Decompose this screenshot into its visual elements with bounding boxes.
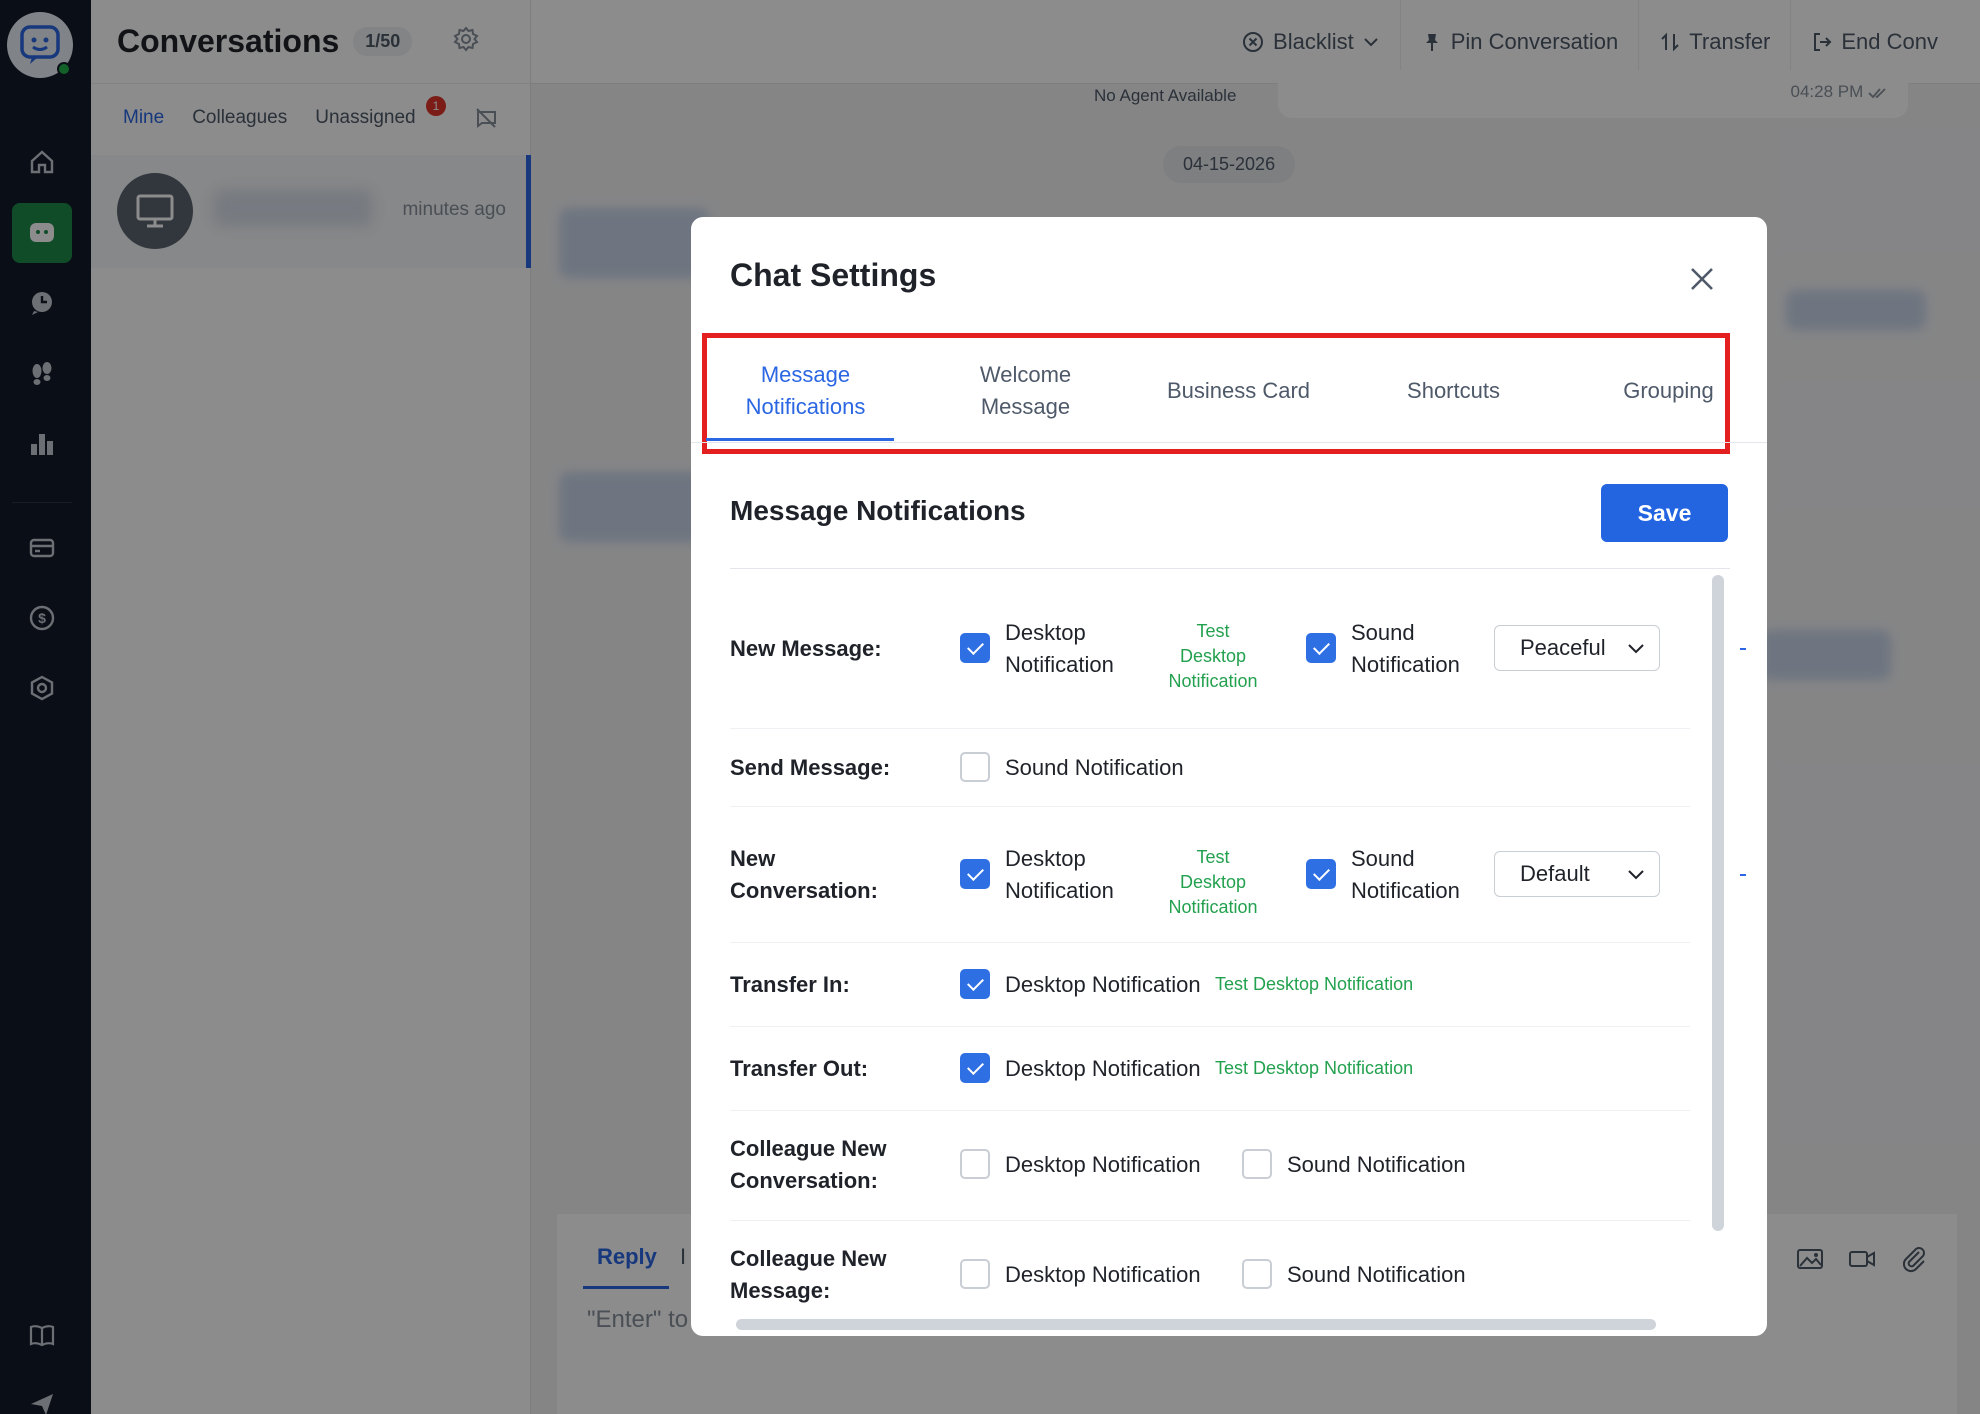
tabs-highlight-box (702, 333, 1730, 454)
row-label: Send Message: (730, 755, 891, 780)
send-message-sound-checkbox[interactable] (960, 752, 990, 782)
row-new-conversation: New Conversation: Desktop Notification Tes… (730, 807, 1746, 943)
new-conversation-sound-checkbox[interactable] (1306, 859, 1336, 889)
section-title: Message Notifications (730, 495, 1026, 526)
save-button[interactable]: Save (1601, 484, 1728, 542)
close-icon (1691, 268, 1713, 290)
horizontal-scrollbar[interactable] (736, 1319, 1656, 1330)
new-conversation-sound-label: Sound Notification (1351, 846, 1460, 903)
settings-tabs: Message Notifications Welcome Message Busi… (701, 333, 1757, 454)
tabs-divider (691, 442, 1767, 443)
colleague-new-message-desktop-checkbox[interactable] (960, 1259, 990, 1289)
colleague-new-conversation-sound-checkbox[interactable] (1242, 1149, 1272, 1179)
colleague-new-message-desktop-label: Desktop Notification (1005, 1262, 1201, 1287)
new-message-sound-select[interactable]: Peaceful (1494, 625, 1660, 671)
row-label: Transfer Out: (730, 1056, 869, 1081)
row-colleague-new-message: Colleague New Message: Desktop Notificati… (730, 1221, 1690, 1331)
row-new-message: New Message: Desktop Notification Test Des… (730, 569, 1746, 729)
send-message-sound-label: Sound Notification (1005, 755, 1184, 780)
new-message-desktop-checkbox[interactable] (960, 633, 990, 663)
transfer-in-test-desktop-link[interactable]: Test Desktop Notification (1215, 972, 1413, 997)
row-label: New Conversation: (730, 846, 878, 903)
colleague-new-conversation-desktop-label: Desktop Notification (1005, 1152, 1201, 1177)
row-label: Colleague New Conversation: (730, 1136, 887, 1193)
colleague-new-conversation-desktop-checkbox[interactable] (960, 1149, 990, 1179)
transfer-in-desktop-label: Desktop Notification (1005, 972, 1201, 997)
new-conversation-desktop-checkbox[interactable] (960, 859, 990, 889)
new-message-test-desktop-link[interactable]: Test Desktop Notification (1148, 619, 1278, 694)
clipped-control (1740, 874, 1746, 876)
clipped-control (1740, 648, 1746, 650)
transfer-out-desktop-label: Desktop Notification (1005, 1056, 1201, 1081)
new-conversation-desktop-label: Desktop Notification (1005, 846, 1114, 903)
chat-settings-dialog: Chat Settings Message Notifications Welco… (691, 217, 1767, 1336)
new-message-desktop-label: Desktop Notification (1005, 620, 1114, 677)
close-button[interactable] (1686, 263, 1718, 295)
new-conversation-sound-select[interactable]: Default (1494, 851, 1660, 897)
colleague-new-conversation-sound-label: Sound Notification (1287, 1152, 1466, 1177)
transfer-in-desktop-checkbox[interactable] (960, 969, 990, 999)
row-label: Transfer In: (730, 972, 850, 997)
row-send-message: Send Message: Sound Notification (730, 729, 1690, 807)
transfer-out-desktop-checkbox[interactable] (960, 1053, 990, 1083)
new-message-sound-checkbox[interactable] (1306, 633, 1336, 663)
transfer-out-test-desktop-link[interactable]: Test Desktop Notification (1215, 1056, 1413, 1081)
colleague-new-message-sound-label: Sound Notification (1287, 1262, 1466, 1287)
row-label: New Message: (730, 636, 882, 661)
new-conversation-test-desktop-link[interactable]: Test Desktop Notification (1148, 845, 1278, 920)
new-message-sound-label: Sound Notification (1351, 620, 1460, 677)
colleague-new-message-sound-checkbox[interactable] (1242, 1259, 1272, 1289)
row-transfer-in: Transfer In: Desktop Notification Test D… (730, 943, 1690, 1027)
row-colleague-new-conversation: Colleague New Conversation: Desktop Notif… (730, 1111, 1690, 1221)
row-transfer-out: Transfer Out: Desktop Notification Test … (730, 1027, 1690, 1111)
active-tab-underline (706, 438, 894, 441)
dialog-title: Chat Settings (730, 257, 937, 293)
vertical-scrollbar[interactable] (1712, 575, 1724, 1231)
row-label: Colleague New Message: (730, 1246, 887, 1303)
chevron-down-icon (1628, 644, 1644, 654)
chevron-down-icon (1628, 870, 1644, 880)
